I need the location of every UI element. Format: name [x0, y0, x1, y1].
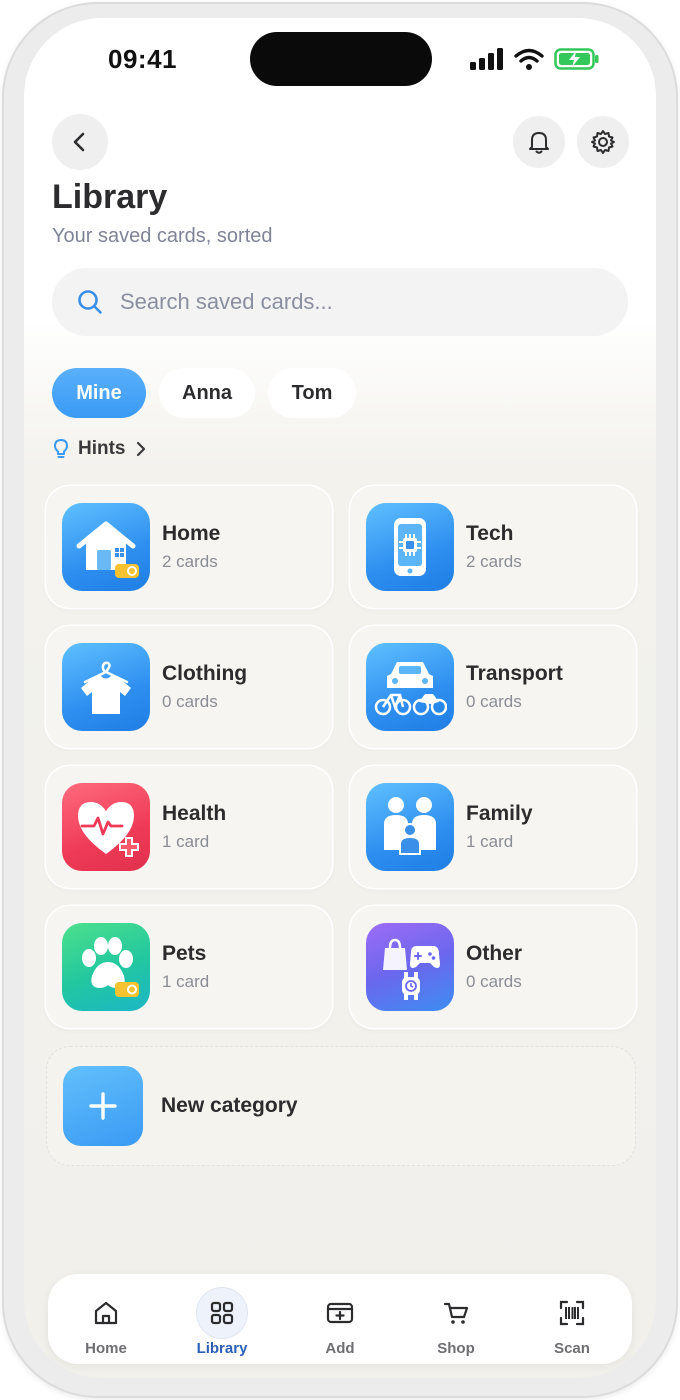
page-title: Library [52, 178, 168, 216]
category-count: 0 cards [466, 972, 522, 991]
profile-chip-mine[interactable]: Mine [52, 368, 146, 418]
category-card-family[interactable]: Family 1 card [350, 766, 636, 888]
bag-gamepad-watch-icon [366, 923, 454, 1011]
search-bar[interactable] [52, 268, 628, 336]
category-count: 1 card [466, 832, 514, 851]
lightbulb-icon [54, 439, 68, 458]
screen: 09:41 Library Your saved cards, sorted S… [24, 18, 656, 1378]
family-icon [366, 783, 454, 871]
status-icons [470, 48, 600, 70]
grid-icon [197, 1288, 247, 1338]
new-category-label: New category [161, 1094, 298, 1117]
tab-label: Scan [554, 1340, 590, 1357]
gear-icon [591, 130, 615, 154]
category-count: 2 cards [162, 552, 218, 571]
category-count: 0 cards [162, 692, 218, 711]
profile-chip-anna[interactable]: Anna [159, 368, 255, 418]
category-name: Transport [466, 662, 563, 685]
dynamic-island [250, 32, 432, 86]
status-time: 09:41 [108, 44, 177, 74]
plus-icon [63, 1066, 143, 1146]
bell-icon [529, 132, 549, 154]
tab-scan[interactable]: Scan [522, 1274, 622, 1364]
home-icon [81, 1288, 131, 1338]
tab-add[interactable]: Add [290, 1274, 390, 1364]
tab-label: Library [196, 1340, 248, 1357]
category-name: Clothing [162, 662, 248, 685]
category-count: 0 cards [466, 692, 522, 711]
tab-shop[interactable]: Shop [406, 1274, 506, 1364]
page-subtitle: Your saved cards, sorted [52, 225, 273, 247]
category-count: 1 card [162, 832, 210, 851]
tab-label: Home [85, 1340, 127, 1357]
tab-label: Add [325, 1340, 355, 1357]
smartphone-chip-icon [366, 503, 454, 591]
category-card-clothing[interactable]: Clothing 0 cards [46, 626, 332, 748]
profile-filter: Mine Anna Tom [52, 368, 356, 418]
add-card-icon [315, 1288, 365, 1338]
new-category-button[interactable]: New category [46, 1046, 636, 1166]
category-name: Pets [162, 942, 207, 965]
category-name: Home [162, 522, 221, 545]
settings-button[interactable] [577, 116, 629, 168]
barcode-scan-icon [547, 1288, 597, 1338]
bottom-tab-bar: Home Library Add Shop Scan [48, 1274, 632, 1364]
tab-label: Shop [437, 1340, 475, 1357]
category-card-health[interactable]: Health 1 card [46, 766, 332, 888]
tab-home[interactable]: Home [56, 1274, 156, 1364]
back-button[interactable] [52, 114, 108, 170]
category-card-transport[interactable]: Transport 0 cards [350, 626, 636, 748]
hints-label: Hints [78, 438, 126, 459]
category-name: Tech [466, 522, 514, 545]
chevron-left-icon [73, 132, 85, 152]
category-count: 2 cards [466, 552, 522, 571]
category-card-pets[interactable]: Pets 1 card [46, 906, 332, 1028]
cart-icon [431, 1288, 481, 1338]
hints-link[interactable]: Hints [52, 438, 148, 460]
wifi-icon [514, 48, 544, 70]
search-input[interactable] [120, 289, 580, 315]
tab-library[interactable]: Library [172, 1274, 272, 1364]
category-name: Family [466, 802, 533, 825]
paw-icon [62, 923, 150, 1011]
search-icon [76, 288, 104, 316]
cellular-signal-icon [470, 48, 503, 70]
category-name: Other [466, 942, 523, 965]
tshirt-hanger-icon [62, 643, 150, 731]
chevron-right-icon [136, 441, 145, 457]
house-icon [62, 503, 150, 591]
category-card-tech[interactable]: Tech 2 cards [350, 486, 636, 608]
notifications-button[interactable] [513, 116, 565, 168]
profile-chip-tom[interactable]: Tom [268, 368, 356, 418]
category-name: Health [162, 802, 227, 825]
heart-pulse-icon [62, 783, 150, 871]
category-card-other[interactable]: Other 0 cards [350, 906, 636, 1028]
car-bike-icon [366, 643, 454, 731]
category-count: 1 card [162, 972, 210, 991]
battery-charging-icon [554, 48, 599, 70]
category-card-home[interactable]: Home 2 cards [46, 486, 332, 608]
